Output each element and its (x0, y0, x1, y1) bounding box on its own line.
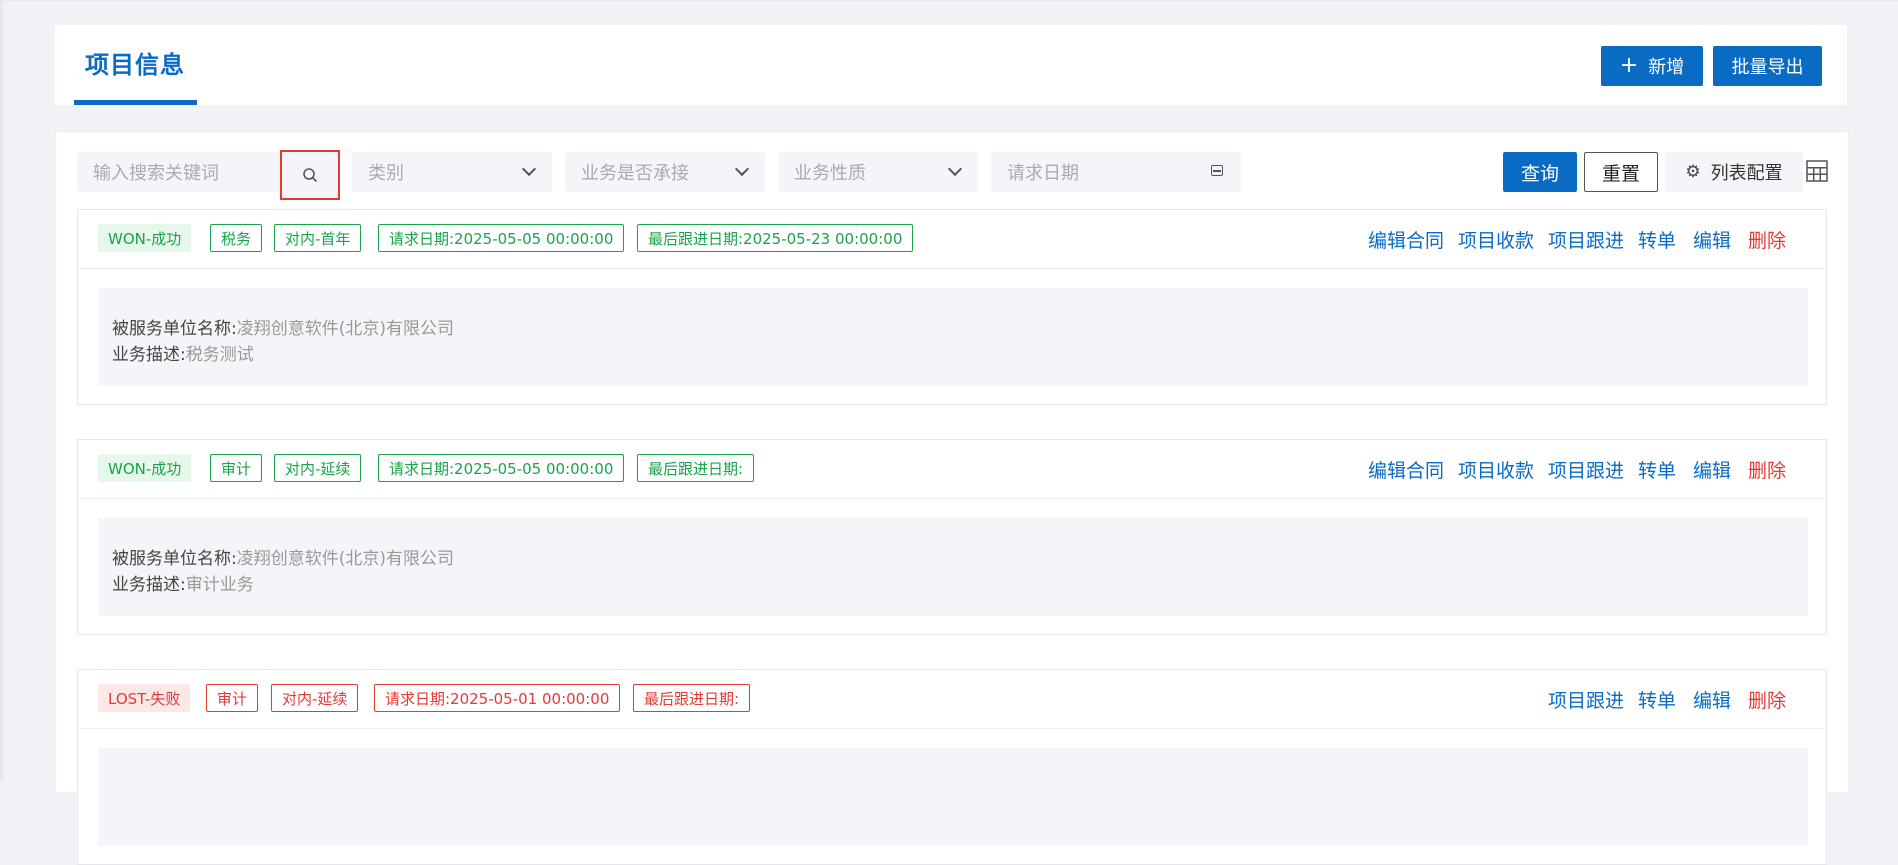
delete-link[interactable]: 删除 (1748, 456, 1786, 483)
description-value: 税务测试 (185, 345, 254, 365)
project-followup-link[interactable]: 项目跟进 (1548, 456, 1624, 483)
request-date-picker[interactable]: 请求日期 (991, 152, 1241, 192)
category-placeholder: 类别 (368, 163, 404, 184)
type-tag: 审计 (210, 454, 263, 482)
request-date-tag: 请求日期:2025-05-05 00:00:00 (378, 224, 625, 252)
project-card-body: 被服务单位名称:凌翔创意软件(北京)有限公司 业务描述:审计业务 (98, 518, 1808, 616)
reset-button[interactable]: 重置 (1584, 152, 1658, 192)
transfer-link[interactable]: 转单 (1638, 686, 1676, 713)
request-date-placeholder: 请求日期 (1007, 163, 1079, 184)
batch-export-button[interactable]: 批量导出 (1713, 46, 1822, 86)
search-button[interactable] (280, 150, 340, 200)
search-placeholder: 输入搜索关键词 (93, 163, 219, 184)
project-card: WON-成功 审计 对内-延续 请求日期:2025-05-05 00:00:00… (77, 439, 1827, 635)
column-config-label: 列表配置 (1710, 163, 1783, 184)
add-button[interactable]: + 新增 (1601, 46, 1703, 86)
query-button[interactable]: 查询 (1503, 152, 1577, 192)
undertaken-placeholder: 业务是否承接 (581, 163, 689, 184)
category-select[interactable]: 类别 (352, 152, 552, 192)
request-date-tag: 请求日期:2025-05-01 00:00:00 (374, 684, 621, 712)
client-value: 凌翔创意软件(北京)有限公司 (236, 549, 454, 569)
description-label: 业务描述: (112, 345, 186, 365)
search-icon (303, 168, 317, 182)
client-line: 被服务单位名称:凌翔创意软件(北京)有限公司 (112, 314, 454, 339)
project-card-body: 被服务单位名称:凌翔创意软件(北京)有限公司 业务描述:税务测试 (98, 288, 1808, 386)
edit-link[interactable]: 编辑 (1693, 456, 1731, 483)
delete-link[interactable]: 删除 (1748, 686, 1786, 713)
project-followup-link[interactable]: 项目跟进 (1548, 226, 1624, 253)
chevron-down-icon (521, 161, 537, 177)
transfer-link[interactable]: 转单 (1638, 226, 1676, 253)
active-tab-indicator (74, 100, 197, 105)
main-panel: 输入搜索关键词 类别 业务是否承接 业务性质 请求日期 查询 重置 ⚙ 列表配置… (55, 131, 1849, 865)
follow-date-tag: 最后跟进日期:2025-05-23 00:00:00 (637, 224, 914, 252)
column-config-button[interactable]: ⚙ 列表配置 (1665, 152, 1803, 192)
edit-contract-link[interactable]: 编辑合同 (1368, 456, 1444, 483)
client-label: 被服务单位名称: (112, 549, 237, 569)
project-payment-link[interactable]: 项目收款 (1458, 226, 1534, 253)
plus-icon: + (1619, 53, 1639, 78)
description-label: 业务描述: (112, 575, 186, 595)
top-edge (0, 0, 1898, 1)
add-button-label: 新增 (1648, 57, 1685, 78)
chevron-down-icon (947, 161, 963, 177)
calendar-icon (1211, 165, 1223, 176)
gear-icon: ⚙ (1685, 162, 1701, 182)
undertaken-select[interactable]: 业务是否承接 (565, 152, 765, 192)
edit-link[interactable]: 编辑 (1693, 226, 1731, 253)
client-value: 凌翔创意软件(北京)有限公司 (236, 319, 454, 339)
follow-date-tag: 最后跟进日期: (637, 454, 755, 482)
type-tag: 税务 (210, 224, 263, 252)
project-card: LOST-失败 审计 对内-延续 请求日期:2025-05-01 00:00:0… (77, 669, 1827, 865)
description-line: 业务描述:税务测试 (112, 340, 254, 365)
project-card-body (98, 748, 1808, 846)
client-label: 被服务单位名称: (112, 319, 237, 339)
project-card: WON-成功 税务 对内-首年 请求日期:2025-05-05 00:00:00… (77, 209, 1827, 405)
status-badge: WON-成功 (98, 224, 192, 252)
project-payment-link[interactable]: 项目收款 (1458, 456, 1534, 483)
description-line: 业务描述:审计业务 (112, 570, 254, 595)
project-followup-link[interactable]: 项目跟进 (1548, 686, 1624, 713)
client-line: 被服务单位名称:凌翔创意软件(北京)有限公司 (112, 544, 454, 569)
transfer-link[interactable]: 转单 (1638, 456, 1676, 483)
nature-tag: 对内-首年 (274, 224, 362, 252)
nature-tag: 对内-延续 (274, 454, 362, 482)
header-panel: 项目信息 + 新增 批量导出 (55, 25, 1847, 105)
request-date-tag: 请求日期:2025-05-05 00:00:00 (378, 454, 625, 482)
delete-link[interactable]: 删除 (1748, 226, 1786, 253)
description-value: 审计业务 (185, 575, 254, 595)
nature-placeholder: 业务性质 (794, 163, 866, 184)
chevron-down-icon (734, 161, 750, 177)
type-tag: 审计 (206, 684, 259, 712)
nature-tag: 对内-延续 (271, 684, 359, 712)
left-edge (0, 0, 3, 780)
edit-contract-link[interactable]: 编辑合同 (1368, 226, 1444, 253)
page: 项目信息 + 新增 批量导出 输入搜索关键词 类别 业务是否承接 业务性质 请求… (0, 0, 1898, 865)
project-card-header: WON-成功 审计 对内-延续 请求日期:2025-05-05 00:00:00… (78, 440, 1826, 499)
search-input[interactable]: 输入搜索关键词 (77, 152, 283, 192)
follow-date-tag: 最后跟进日期: (633, 684, 751, 712)
status-badge: LOST-失败 (98, 684, 191, 712)
batch-export-label: 批量导出 (1731, 57, 1804, 78)
nature-select[interactable]: 业务性质 (778, 152, 978, 192)
project-card-header: WON-成功 税务 对内-首年 请求日期:2025-05-05 00:00:00… (78, 210, 1826, 269)
table-grid-icon[interactable] (1806, 160, 1828, 182)
tab-project-info[interactable]: 项目信息 (85, 45, 185, 80)
status-badge: WON-成功 (98, 454, 192, 482)
project-card-header: LOST-失败 审计 对内-延续 请求日期:2025-05-01 00:00:0… (78, 670, 1826, 729)
edit-link[interactable]: 编辑 (1693, 686, 1731, 713)
